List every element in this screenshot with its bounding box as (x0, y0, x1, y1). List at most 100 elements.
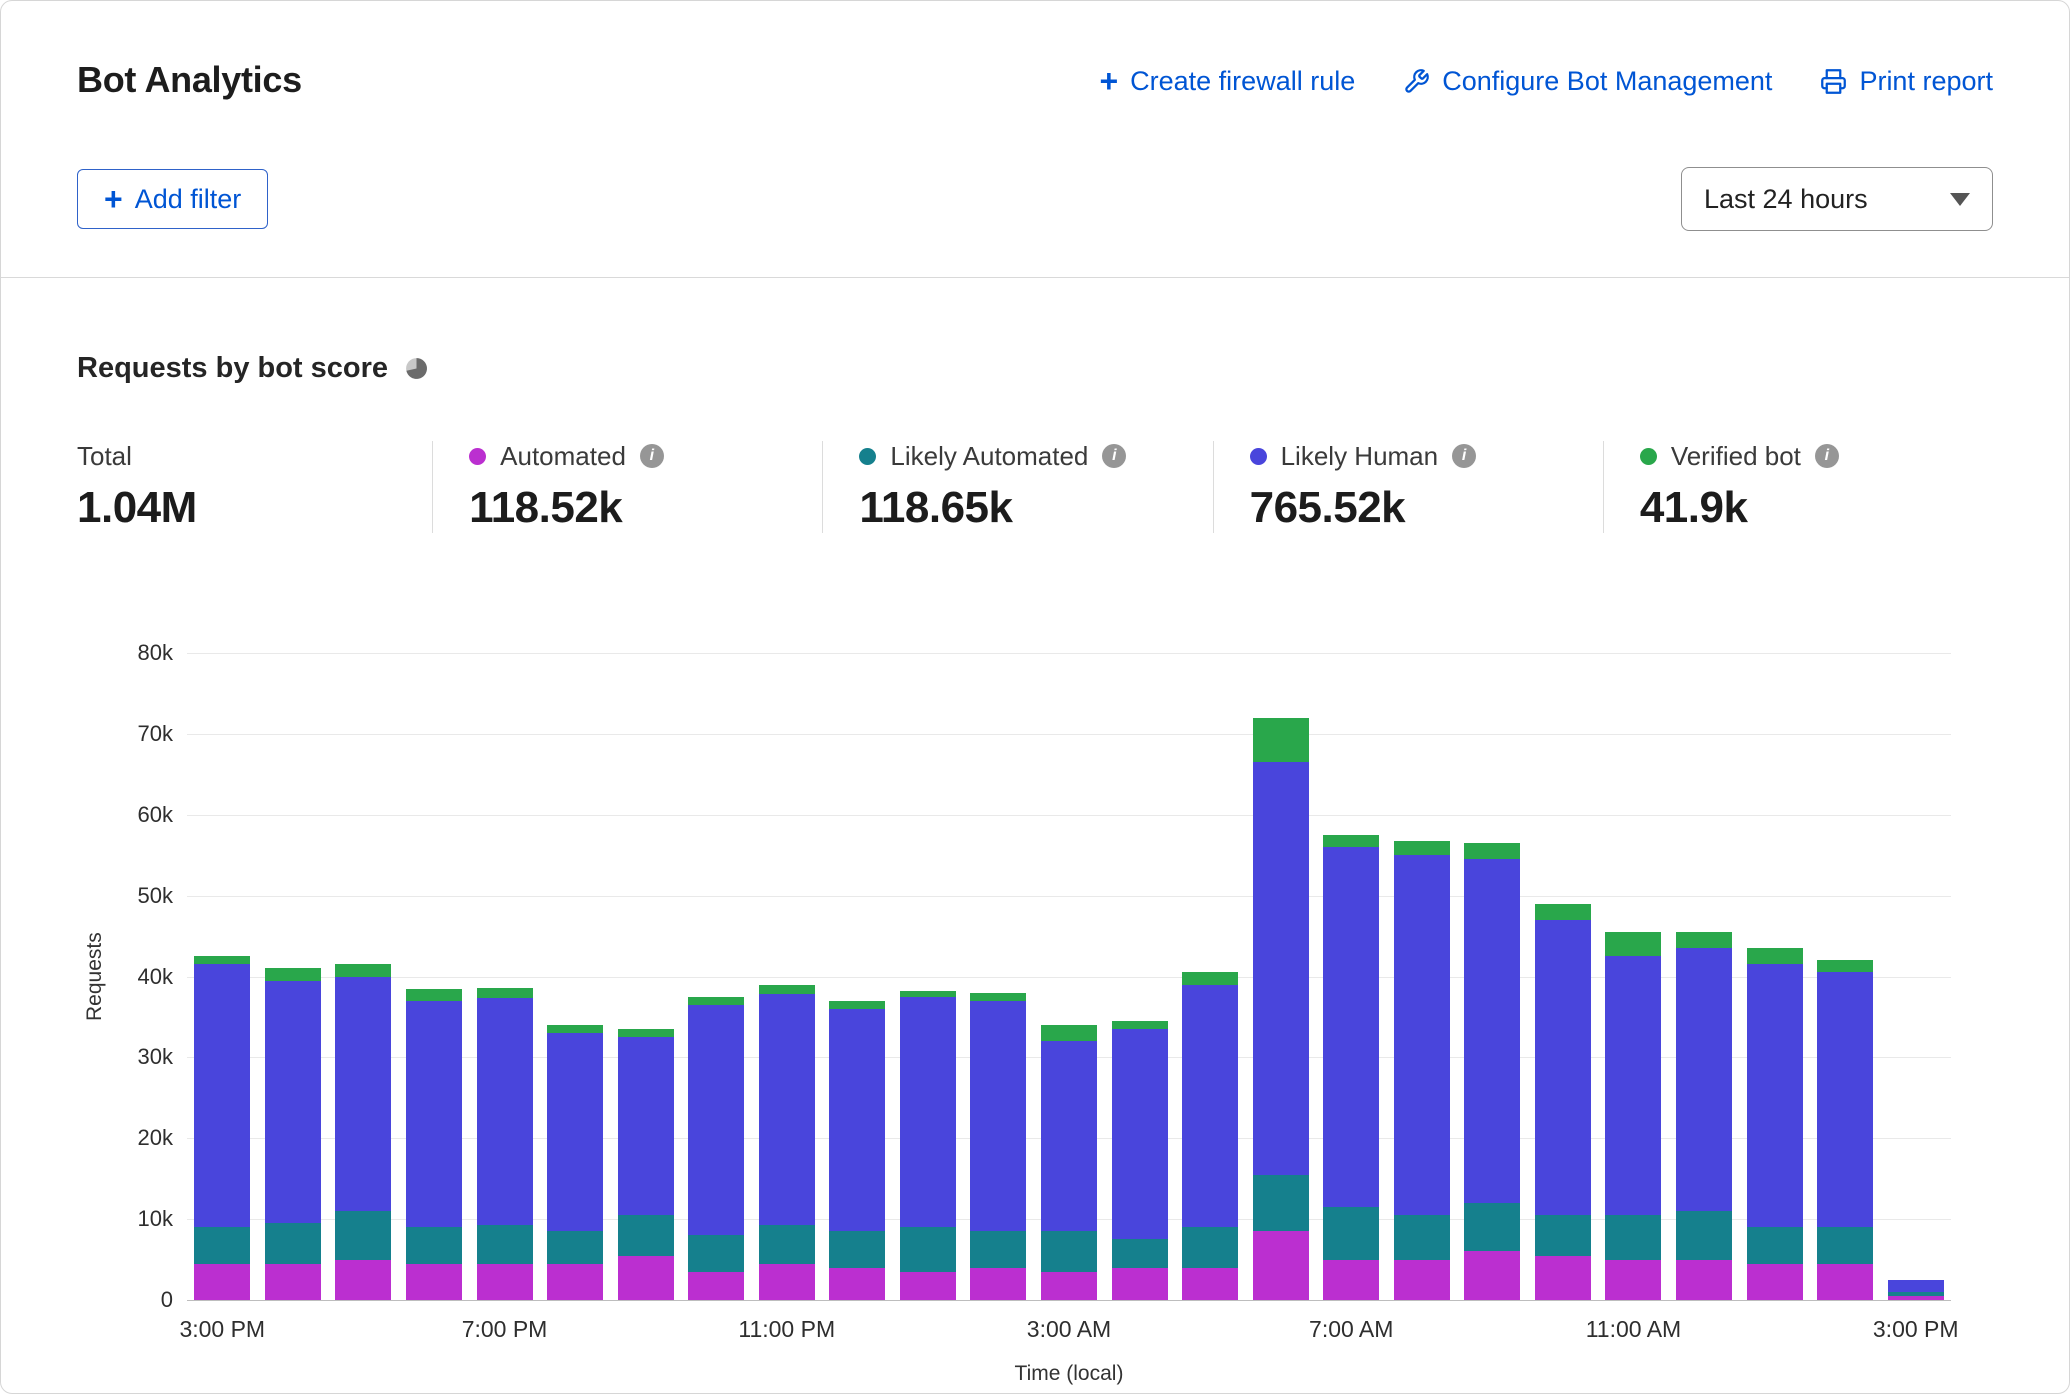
stat-verified-bot-label: Verified bot (1671, 441, 1801, 472)
bar-segment-likely-automated (1747, 1227, 1803, 1263)
bar-segment-likely-human (547, 1033, 603, 1231)
y-axis-labels: 010k20k30k40k50k60k70k80k (113, 653, 187, 1300)
bar-segment-likely-automated (265, 1223, 321, 1263)
bar-segment-verified-bot (1182, 972, 1238, 984)
bar-segment-verified-bot (1464, 843, 1520, 859)
bar-stack[interactable] (1817, 960, 1873, 1300)
bar-stack[interactable] (1253, 718, 1309, 1300)
bar-segment-likely-automated (1253, 1175, 1309, 1232)
x-axis-title: Time (local) (187, 1362, 1951, 1386)
bar-stack[interactable] (1182, 972, 1238, 1300)
bar-segment-automated (900, 1272, 956, 1300)
bar-stack[interactable] (1394, 841, 1450, 1300)
stat-verified-bot[interactable]: Verified bot i 41.9k (1603, 441, 1993, 533)
bar-segment-automated (194, 1264, 250, 1300)
bar-stack[interactable] (759, 985, 815, 1300)
bar-segment-likely-human (265, 981, 321, 1224)
bar-segment-automated (1394, 1260, 1450, 1300)
bar-stack[interactable] (477, 988, 533, 1300)
bar-segment-verified-bot (1041, 1025, 1097, 1041)
bar-segment-likely-automated (829, 1231, 885, 1267)
bar-stack[interactable] (1888, 1280, 1944, 1300)
stat-automated[interactable]: Automated i 118.52k (432, 441, 822, 533)
bar-stack[interactable] (1676, 932, 1732, 1300)
configure-bot-management-link[interactable]: Configure Bot Management (1403, 66, 1772, 97)
bar-stack[interactable] (547, 1025, 603, 1300)
bar-stack[interactable] (970, 993, 1026, 1300)
gridline (187, 734, 1951, 735)
bar-segment-automated (1112, 1268, 1168, 1300)
stat-automated-value: 118.52k (469, 483, 802, 533)
bar-segment-automated (1888, 1296, 1944, 1300)
bar-stack[interactable] (1464, 843, 1520, 1300)
bar-segment-verified-bot (1747, 948, 1803, 964)
print-report-link[interactable]: Print report (1820, 66, 1993, 97)
stat-likely-human-label: Likely Human (1281, 441, 1439, 472)
bar-segment-likely-automated (1605, 1215, 1661, 1259)
y-axis-title: Requests (77, 653, 113, 1300)
bar-segment-automated (1041, 1272, 1097, 1300)
bar-segment-likely-automated (1817, 1227, 1873, 1263)
info-icon[interactable]: i (1452, 444, 1476, 468)
header-actions: + Create firewall rule Configure Bot Man… (1099, 59, 1993, 97)
bar-stack[interactable] (335, 964, 391, 1300)
likely-automated-legend-dot (859, 448, 876, 465)
header-section: Bot Analytics + Create firewall rule Con… (1, 1, 2069, 231)
x-tick-label: 11:00 AM (1586, 1316, 1681, 1343)
bar-segment-verified-bot (547, 1025, 603, 1033)
y-tick-label: 70k (138, 721, 173, 747)
bar-segment-verified-bot (1676, 932, 1732, 948)
bar-segment-likely-automated (1676, 1211, 1732, 1260)
time-range-dropdown[interactable]: Last 24 hours (1681, 167, 1993, 231)
bar-segment-likely-human (688, 1005, 744, 1235)
bar-stack[interactable] (1605, 932, 1661, 1300)
bar-stack[interactable] (688, 997, 744, 1300)
y-tick-label: 40k (138, 964, 173, 990)
bar-segment-verified-bot (1394, 841, 1450, 855)
time-range-value: Last 24 hours (1704, 184, 1868, 215)
bar-stack[interactable] (194, 956, 250, 1300)
bar-segment-likely-human (1041, 1041, 1097, 1231)
bar-stack[interactable] (406, 989, 462, 1300)
info-icon[interactable]: i (1815, 444, 1839, 468)
stat-likely-human[interactable]: Likely Human i 765.52k (1213, 441, 1603, 533)
bar-segment-automated (829, 1268, 885, 1300)
bar-stack[interactable] (900, 991, 956, 1300)
bar-stack[interactable] (1112, 1021, 1168, 1300)
bar-segment-automated (1747, 1264, 1803, 1300)
automated-legend-dot (469, 448, 486, 465)
bar-segment-likely-automated (335, 1211, 391, 1260)
bar-segment-likely-human (1253, 762, 1309, 1174)
likely-human-legend-dot (1250, 448, 1267, 465)
bar-stack[interactable] (1747, 948, 1803, 1300)
bar-segment-likely-human (759, 994, 815, 1224)
bar-stack[interactable] (829, 1001, 885, 1300)
bar-segment-likely-human (477, 998, 533, 1224)
bar-segment-likely-automated (547, 1231, 603, 1263)
bar-stack[interactable] (265, 968, 321, 1300)
stat-total-label: Total (77, 441, 132, 472)
bar-stack[interactable] (1323, 835, 1379, 1300)
y-tick-label: 30k (138, 1044, 173, 1070)
bar-segment-likely-automated (477, 1225, 533, 1264)
bar-segment-verified-bot (194, 956, 250, 964)
bar-segment-likely-automated (406, 1227, 462, 1263)
configure-bot-management-label: Configure Bot Management (1442, 66, 1772, 97)
bar-segment-automated (1676, 1260, 1732, 1300)
create-firewall-rule-link[interactable]: + Create firewall rule (1099, 65, 1355, 97)
x-tick-label: 11:00 PM (738, 1316, 835, 1343)
bar-segment-likely-automated (970, 1231, 1026, 1267)
stat-likely-automated[interactable]: Likely Automated i 118.65k (822, 441, 1212, 533)
bar-stack[interactable] (1535, 904, 1591, 1300)
stat-likely-human-value: 765.52k (1250, 483, 1583, 533)
info-icon[interactable]: i (640, 444, 664, 468)
bar-segment-likely-human (1888, 1280, 1944, 1292)
info-icon[interactable]: i (1102, 444, 1126, 468)
bar-stack[interactable] (618, 1029, 674, 1300)
add-filter-button[interactable]: + Add filter (77, 169, 268, 229)
chart-section: Requests by bot score Total 1.04M Automa… (1, 278, 2069, 1300)
bar-stack[interactable] (1041, 1025, 1097, 1300)
bar-segment-verified-bot (1817, 960, 1873, 972)
bar-segment-likely-human (1464, 859, 1520, 1203)
y-tick-label: 10k (138, 1206, 173, 1232)
